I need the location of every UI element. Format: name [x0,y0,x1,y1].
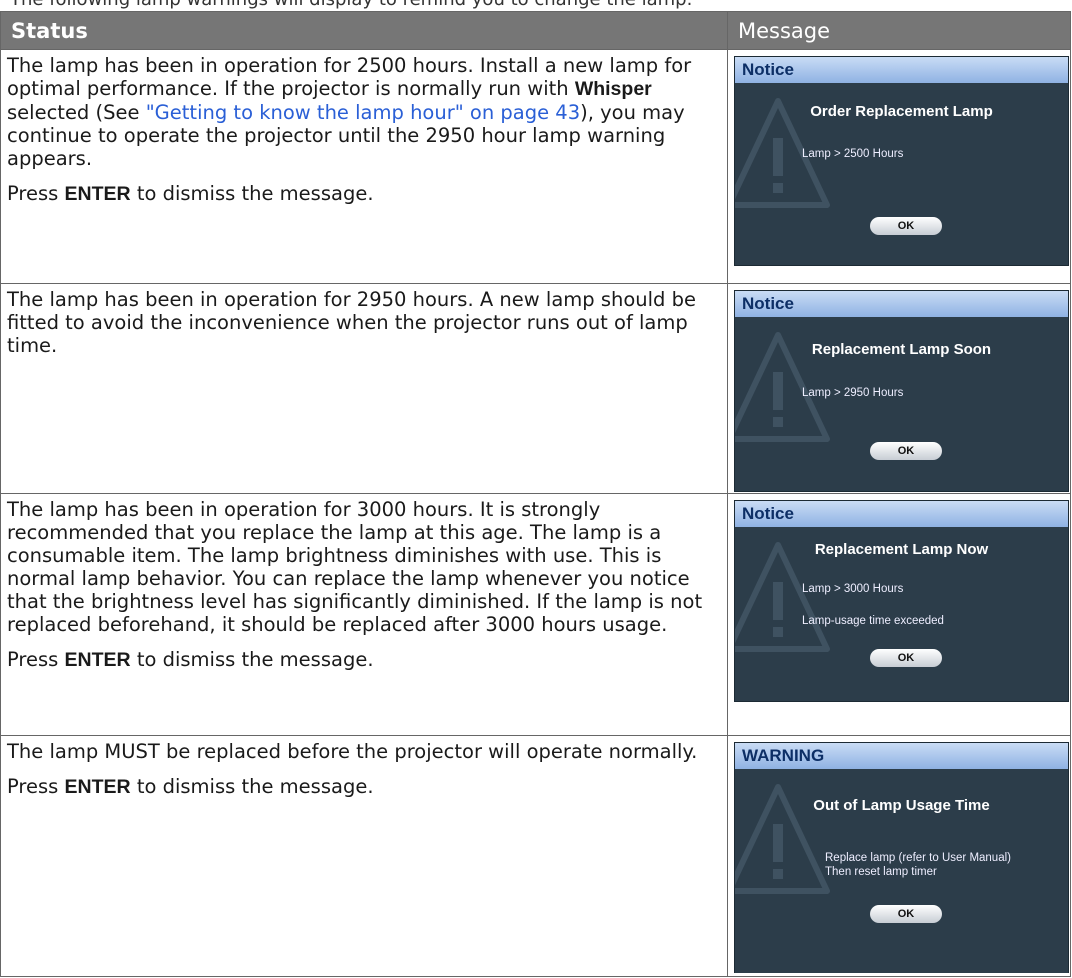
table-row: The lamp has been in operation for 2950 … [0,283,1071,494]
osd-heading: Replacement Lamp Now [814,541,989,558]
status-text: The lamp MUST be replaced before the pro… [7,740,698,763]
ok-button[interactable]: OK [870,649,942,667]
dismiss-instruction: Press ENTER to dismiss the message. [7,182,374,205]
message-column-header: Message [727,11,1071,50]
ok-button[interactable]: OK [870,442,942,460]
osd-warning-dialog: WARNING Out of Lamp Usage Time Replace l… [734,742,1069,973]
enter-key-label: ENTER [64,649,131,671]
status-text: The lamp has been in operation for 2950 … [7,288,697,357]
enter-key-label: ENTER [64,183,131,205]
status-cell: The lamp has been in operation for 2950 … [0,283,728,494]
osd-notice-dialog: Notice Replacement Lamp Now Lamp > 3000 … [734,500,1069,702]
osd-title-bar: Notice [735,291,1068,317]
osd-title-bar: Notice [735,57,1068,83]
osd-title-bar: WARNING [735,743,1068,769]
message-cell: Notice Order Replacement Lamp Lamp > 250… [727,49,1071,284]
status-text: The lamp has been in operation for 3000 … [7,498,703,636]
osd-title-bar: Notice [735,501,1068,527]
osd-heading: Order Replacement Lamp [810,103,993,120]
status-cell: The lamp has been in operation for 3000 … [0,493,728,736]
osd-notice-dialog: Notice Replacement Lamp Soon Lamp > 2950… [734,290,1069,492]
status-text: The lamp has been in operation for 2500 … [7,54,692,170]
osd-heading: Out of Lamp Usage Time [813,797,990,814]
table-header-row: Status Message [0,11,1071,50]
whisper-keyword: Whisper [574,78,652,100]
table-row: The lamp has been in operation for 2500 … [0,49,1071,284]
table-row: The lamp MUST be replaced before the pro… [0,735,1071,977]
enter-key-label: ENTER [64,776,131,798]
status-column-header: Status [0,11,728,50]
page-reference-link[interactable]: "Getting to know the lamp hour" on page … [146,101,580,124]
lamp-warning-table: Status Message The lamp has been in oper… [0,11,1071,977]
osd-heading: Replacement Lamp Soon [811,341,992,358]
osd-lamp-hours: Lamp > 2500 Hours [802,148,904,160]
osd-usage-exceeded: Lamp-usage time exceeded [802,615,944,627]
osd-replace-instruction: Replace lamp (refer to User Manual) [825,852,1011,864]
status-cell: The lamp has been in operation for 2500 … [0,49,728,284]
status-cell: The lamp MUST be replaced before the pro… [0,735,728,977]
message-cell: Notice Replacement Lamp Soon Lamp > 2950… [727,283,1071,494]
clipped-intro-text: The following lamp warnings will display… [0,0,1072,11]
osd-notice-dialog: Notice Order Replacement Lamp Lamp > 250… [734,56,1069,266]
osd-lamp-hours: Lamp > 3000 Hours [802,583,904,595]
table-row: The lamp has been in operation for 3000 … [0,493,1071,736]
dismiss-instruction: Press ENTER to dismiss the message. [7,775,374,798]
osd-reset-instruction: Then reset lamp timer [825,866,937,878]
dismiss-instruction: Press ENTER to dismiss the message. [7,648,374,671]
ok-button[interactable]: OK [870,217,942,235]
osd-lamp-hours: Lamp > 2950 Hours [802,387,904,399]
message-cell: Notice Replacement Lamp Now Lamp > 3000 … [727,493,1071,736]
ok-button[interactable]: OK [870,905,942,923]
message-cell: WARNING Out of Lamp Usage Time Replace l… [727,735,1071,977]
